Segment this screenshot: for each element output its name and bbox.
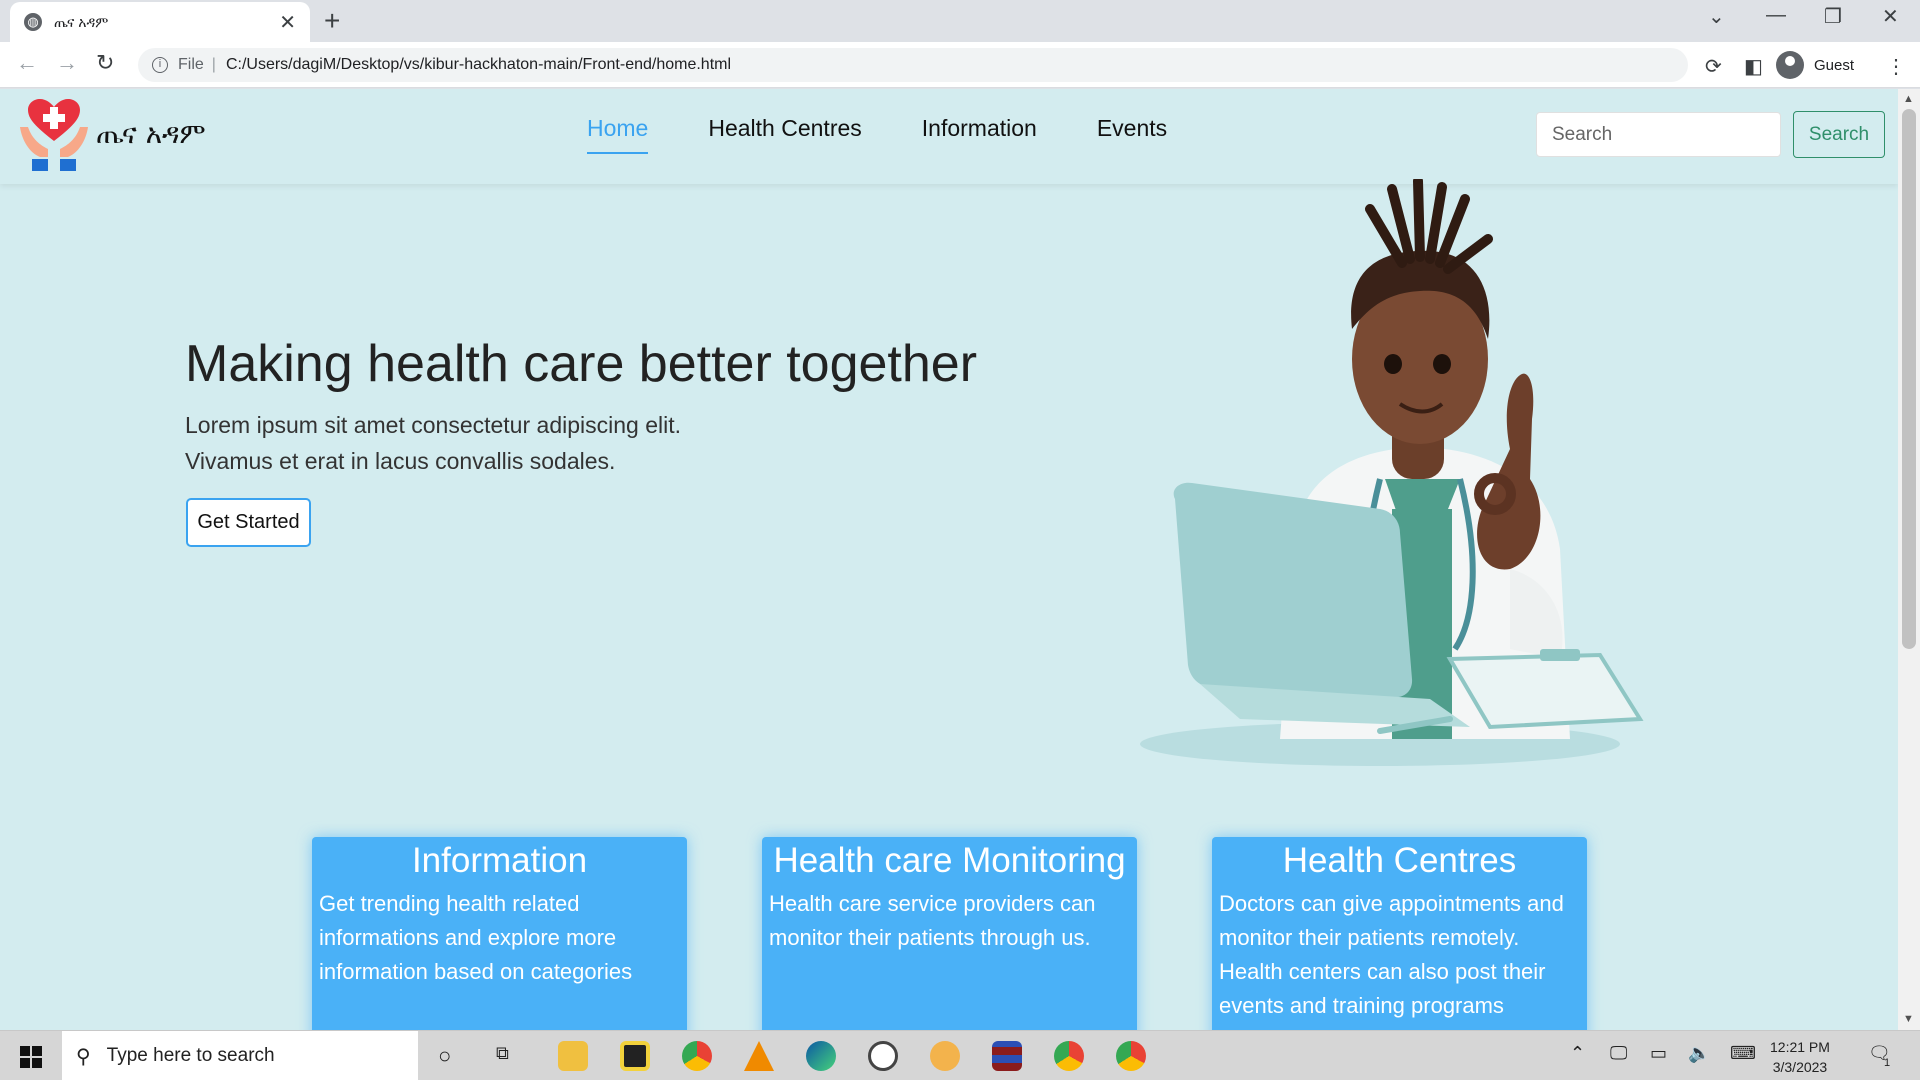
brand-name[interactable]: ጤና አዳም <box>96 117 206 151</box>
tab-search-icon[interactable]: ⌄ <box>1708 4 1725 29</box>
show-hidden-icons-icon[interactable]: ⌃ <box>1570 1043 1585 1064</box>
feature-card-monitoring[interactable]: Health care Monitoring Health care servi… <box>762 837 1137 1030</box>
windows-start-icon[interactable] <box>20 1046 42 1068</box>
clock-date: 3/3/2023 <box>1772 1059 1828 1075</box>
edge-icon[interactable] <box>806 1041 836 1071</box>
scrollbar-thumb[interactable] <box>1902 109 1916 649</box>
vlc-icon[interactable] <box>744 1041 774 1071</box>
hero-subtitle-line: Lorem ipsum sit amet consectetur adipisc… <box>185 412 681 438</box>
menu-kebab-icon[interactable]: ⋮ <box>1886 54 1906 79</box>
reload-icon[interactable]: ↻ <box>96 50 114 76</box>
card-title: Information <box>411 841 588 880</box>
close-window-button[interactable]: ✕ <box>1882 4 1899 29</box>
minimize-button[interactable]: — <box>1766 4 1786 27</box>
new-tab-button[interactable]: + <box>324 6 340 36</box>
search-button[interactable]: Search <box>1793 111 1885 158</box>
windows-taskbar: ⚲ Type here to search ○ ⧉ ⌃ 🖵 ▭ 🔈 ⌨ 12:2… <box>0 1030 1920 1080</box>
browser-tab[interactable]: ◍ ጤና አዳም ✕ <box>10 2 310 42</box>
clock-app-icon[interactable] <box>868 1041 898 1071</box>
card-text: Doctors can give appointments and monito… <box>1219 891 1564 1018</box>
cortana-icon[interactable]: ○ <box>438 1043 451 1069</box>
forward-icon[interactable]: → <box>56 50 78 76</box>
info-icon[interactable]: i <box>152 57 168 73</box>
close-tab-icon[interactable]: ✕ <box>279 10 296 35</box>
feature-card-information[interactable]: Information Get trending health related … <box>312 837 687 1030</box>
taskbar-clock[interactable]: 12:21 PM 3/3/2023 <box>1770 1037 1830 1077</box>
task-view-icon[interactable]: ⧉ <box>496 1043 509 1064</box>
web-page: ጤና አዳም Home Health Centres Information E… <box>0 89 1898 1030</box>
network-icon[interactable]: 🖵 <box>1610 1043 1627 1064</box>
get-started-button[interactable]: Get Started <box>186 498 311 547</box>
address-url: C:/Users/dagiM/Desktop/vs/kibur-hackhato… <box>225 56 732 73</box>
search-input[interactable]: Search <box>1536 112 1781 157</box>
side-panel-icon[interactable]: ◧ <box>1744 54 1763 79</box>
card-text: Get trending health related informations… <box>319 891 633 984</box>
profile-button[interactable]: Guest <box>1776 50 1854 80</box>
avatar-icon <box>1776 51 1804 79</box>
page-scrollbar[interactable]: ▲ ▼ <box>1898 89 1920 1030</box>
browser-toolbar: ← → ↻ i File | C:/Users/dagiM/Desktop/vs… <box>0 42 1920 88</box>
address-bar[interactable]: i File | C:/Users/dagiM/Desktop/vs/kibur… <box>138 48 1688 82</box>
address-scheme-label: File <box>178 56 204 73</box>
sticky-notes-icon[interactable] <box>620 1041 650 1071</box>
card-title: Health care Monitoring <box>773 841 1126 880</box>
chrome-icon[interactable] <box>682 1041 712 1071</box>
winrar-icon[interactable] <box>992 1041 1022 1071</box>
heart-hands-logo-icon[interactable] <box>18 97 90 173</box>
hero-title: Making health care better together <box>185 335 978 393</box>
search-icon: ⚲ <box>76 1045 91 1068</box>
clock-time: 12:21 PM <box>1770 1039 1830 1055</box>
feature-card-health-centres[interactable]: Health Centres Doctors can give appointm… <box>1212 837 1587 1030</box>
taskbar-search-box[interactable]: ⚲ Type here to search <box>62 1031 418 1080</box>
globe-icon: ◍ <box>24 13 42 31</box>
volume-icon[interactable]: 🔈 <box>1688 1043 1710 1064</box>
nav-events[interactable]: Events <box>1097 115 1167 154</box>
taskbar-search-placeholder: Type here to search <box>106 1045 275 1066</box>
nav-health-centres[interactable]: Health Centres <box>708 115 861 154</box>
scroll-up-icon[interactable]: ▲ <box>1903 93 1914 105</box>
tab-title: ጤና አዳም <box>54 13 109 30</box>
site-header: ጤና አዳም Home Health Centres Information E… <box>0 89 1898 184</box>
notification-count: 1 <box>1884 1057 1891 1069</box>
hero-subtitle-line: Vivamus et erat in lacus convallis sodal… <box>185 448 616 474</box>
nav-home[interactable]: Home <box>587 115 649 154</box>
chrome-profile-icon[interactable] <box>1054 1041 1084 1071</box>
hero-subtitle: Lorem ipsum sit amet consectetur adipisc… <box>185 407 681 479</box>
chrome-active-icon[interactable] <box>1116 1041 1146 1071</box>
scroll-down-icon[interactable]: ▼ <box>1903 1013 1914 1025</box>
card-title: Health Centres <box>1282 841 1517 880</box>
file-explorer-icon[interactable] <box>558 1041 588 1071</box>
card-text: Health care service providers can monito… <box>769 891 1096 950</box>
restore-button[interactable]: ❐ <box>1824 4 1842 29</box>
extension-icon[interactable]: ⟳ <box>1705 54 1722 79</box>
browser-tab-bar: ◍ ጤና አዳም ✕ + ⌄ — ❐ ✕ <box>0 0 1920 42</box>
doctor-laptop-illustration <box>1140 179 1644 766</box>
search-app-icon[interactable] <box>930 1041 960 1071</box>
back-icon[interactable]: ← <box>16 50 38 76</box>
main-nav: Home Health Centres Information Events <box>587 115 1167 154</box>
profile-label: Guest <box>1814 56 1855 74</box>
address-separator: | <box>211 56 216 73</box>
battery-icon[interactable]: ▭ <box>1650 1043 1667 1064</box>
nav-information[interactable]: Information <box>922 115 1037 154</box>
keyboard-icon[interactable]: ⌨ <box>1730 1043 1756 1064</box>
